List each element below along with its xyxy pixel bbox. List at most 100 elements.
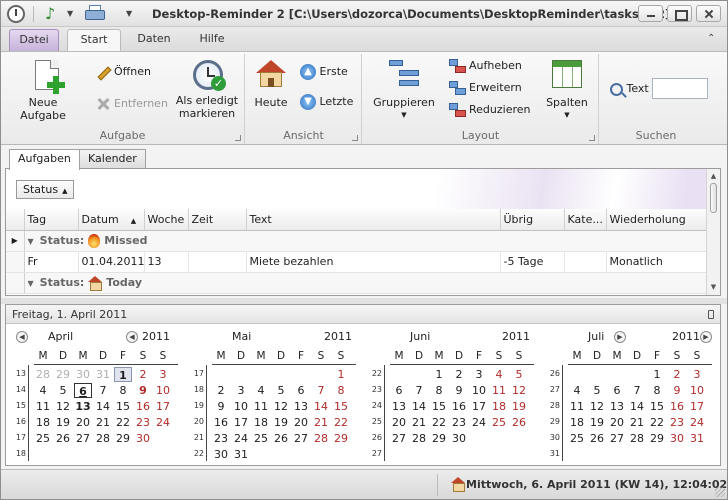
cell-woche[interactable]: 13 [144,251,189,273]
group-row-today[interactable]: ▼ Status: Today [6,272,706,294]
calendar-day[interactable]: 1 [430,367,448,382]
calendar-day[interactable]: 18 [490,399,508,414]
calendar-day[interactable]: 16 [134,399,152,414]
calendar-day[interactable]: 5 [510,367,528,382]
remove-button[interactable]: Entfernen [96,94,168,114]
minimize-button[interactable] [638,5,663,22]
music-note-icon[interactable]: ♪ [45,4,65,24]
calendar-day[interactable]: 6 [74,383,92,398]
calendar-day[interactable]: 8 [430,383,448,398]
quick-access-customize-icon[interactable]: ▼ [126,9,132,18]
calendar-day[interactable]: 13 [608,399,626,414]
calendar-day[interactable]: 6 [292,383,310,398]
calendar-day[interactable]: 10 [688,383,706,398]
calendar-day[interactable]: 9 [450,383,468,398]
calendar-day[interactable]: 28 [94,431,112,446]
calendar-day[interactable]: 6 [608,383,626,398]
calendar-day[interactable]: 3 [470,367,488,382]
calendar-day[interactable]: 5 [272,383,290,398]
calendar-day[interactable]: 30 [450,431,468,446]
calendar-day[interactable]: 15 [332,399,350,414]
calendar-day[interactable]: 2 [450,367,468,382]
cell-zeit[interactable] [188,251,247,273]
calendar-day[interactable]: 4 [34,383,52,398]
group-by-button[interactable]: Gruppieren ▼ [373,56,435,122]
calendar-day[interactable]: 4 [568,383,586,398]
calendar-day[interactable]: 27 [292,431,310,446]
year-label[interactable]: 2011 [502,330,530,343]
calendar-day[interactable]: 14 [94,399,112,414]
calendar-day[interactable]: 18 [252,415,270,430]
column-header-uebrig[interactable]: Übrig [500,209,565,231]
column-header-woche[interactable]: Woche [144,209,189,231]
vertical-scrollbar[interactable]: ▲ ▼ [706,169,720,295]
calendar-day[interactable]: 28 [628,431,646,446]
group-chip-status[interactable]: Status ▲ [16,180,75,199]
calendar-day[interactable]: 19 [588,415,606,430]
calendar-day[interactable]: 16 [668,399,686,414]
search-input[interactable] [652,78,708,99]
calendar-day[interactable]: 22 [114,415,132,430]
calendar-day[interactable]: 28 [312,431,330,446]
cell-tag[interactable]: Fr [24,251,79,273]
table-row[interactable]: Fr 01.04.2011 13 Miete bezahlen -5 Tage … [6,251,707,273]
calendar-day[interactable]: 30 [134,431,152,446]
column-header-text[interactable]: Text [246,209,501,231]
calendar-day[interactable]: 21 [410,415,428,430]
calendar-day[interactable]: 31 [688,431,706,446]
calendar-day[interactable]: 25 [568,431,586,446]
calendar-day[interactable]: 29 [332,431,350,446]
resize-grip[interactable] [715,487,725,497]
month-name[interactable]: Juli [588,330,604,346]
scroll-up-arrow-icon[interactable]: ▲ [709,172,718,181]
next-month-icon[interactable]: ▶ [614,331,626,343]
calendar-day[interactable]: 2 [134,367,152,382]
column-header-kategorie[interactable]: Kate... [564,209,607,231]
calendar-day[interactable]: 6 [390,383,408,398]
calendar-day[interactable]: 17 [232,415,250,430]
tab-datei[interactable]: Datei [9,29,59,51]
cell-datum[interactable]: 01.04.2011 [78,251,145,273]
calendar-day[interactable]: 24 [154,415,172,430]
calendar-day[interactable]: 9 [668,383,686,398]
calendar-day[interactable]: 22 [430,415,448,430]
today-button[interactable]: Heute [250,56,292,118]
calendar-day[interactable]: 27 [608,431,626,446]
calendar-day[interactable]: 29 [430,431,448,446]
calendar-day[interactable]: 25 [252,431,270,446]
collapse-chevron-icon[interactable]: ▼ [28,279,34,288]
dialog-launcher-icon[interactable] [589,135,595,141]
scroll-down-arrow-icon[interactable]: ▼ [709,283,718,292]
calendar-day[interactable]: 30 [212,447,230,462]
tab-kalender[interactable]: Kalender [79,149,146,169]
calendar-day[interactable]: 5 [54,383,72,398]
calendar-day[interactable]: 23 [134,415,152,430]
calendar-day[interactable]: 18 [568,415,586,430]
calendar-day[interactable]: 27 [74,431,92,446]
calendar-day[interactable]: 12 [54,399,72,414]
calendar-day[interactable]: 12 [510,383,528,398]
last-button[interactable]: ▼ Letzte [300,92,353,112]
calendar-day[interactable]: 8 [332,383,350,398]
cell-kategorie[interactable] [564,251,607,273]
tab-aufgaben[interactable]: Aufgaben [9,149,80,170]
column-header-datum[interactable]: Datum ▲ [78,209,145,231]
year-label[interactable]: 2011 [142,330,170,343]
calendar-day[interactable]: 9 [134,383,152,398]
calendar-day[interactable]: 17 [688,399,706,414]
close-button[interactable] [696,5,721,22]
tab-start[interactable]: Start [67,29,121,51]
previous-month-icon[interactable]: ◀ [16,331,28,343]
calendar-day[interactable]: 20 [608,415,626,430]
reduce-button[interactable]: Reduzieren [449,100,531,120]
calendar-day[interactable]: 31 [232,447,250,462]
year-label[interactable]: 2011 [324,330,352,343]
dialog-launcher-icon[interactable] [352,135,358,141]
calendar-day[interactable]: 8 [114,383,132,398]
calendar-day[interactable]: 22 [332,415,350,430]
calendar-day[interactable]: 13 [390,399,408,414]
calendar-day[interactable]: 23 [450,415,468,430]
chevron-down-icon[interactable]: ▼ [67,9,73,18]
calendar-day[interactable]: 7 [410,383,428,398]
open-button[interactable]: Öffnen [96,62,151,82]
